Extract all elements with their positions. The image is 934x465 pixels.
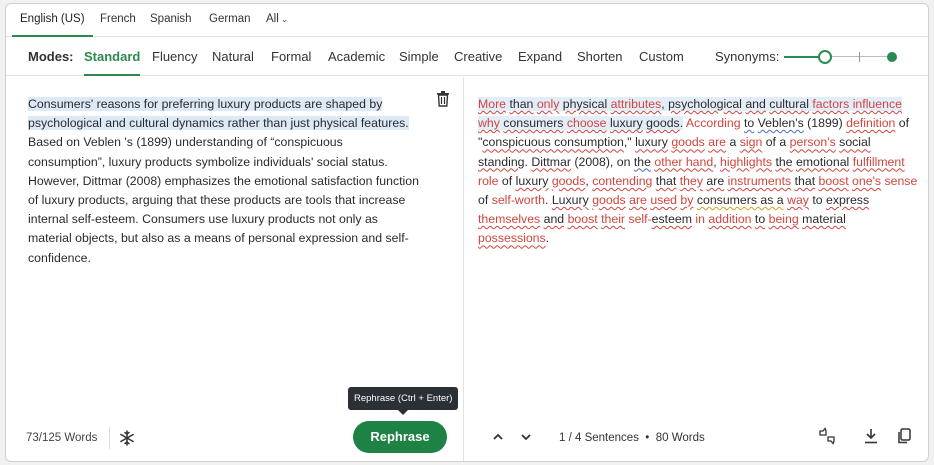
highlighted-sentence: Consumers' reasons for preferring luxury… <box>28 97 409 131</box>
output-text[interactable]: More than only physical attributes, psyc… <box>478 95 918 249</box>
mode-formal[interactable]: Formal <box>271 38 311 76</box>
copy-icon[interactable] <box>895 427 913 445</box>
sentence-info: 1 / 4 Sentences • 80 Words <box>559 432 705 444</box>
mode-custom[interactable]: Custom <box>639 38 684 76</box>
synonyms-label: Synonyms: <box>715 49 780 64</box>
slider-tick <box>859 52 860 62</box>
mode-expand[interactable]: Expand <box>518 38 562 76</box>
modes-label: Modes: <box>28 49 74 64</box>
download-icon[interactable] <box>862 427 880 445</box>
divider <box>109 427 110 449</box>
slider-track-filled <box>784 56 822 58</box>
input-text[interactable]: Consumers' reasons for preferring luxury… <box>28 95 420 268</box>
output-pane: More than only physical attributes, psyc… <box>465 77 928 461</box>
all-label: All <box>266 13 279 25</box>
feedback-icon[interactable] <box>818 427 836 445</box>
input-pane[interactable]: Consumers' reasons for preferring luxury… <box>6 77 464 461</box>
tab-german[interactable]: German <box>201 4 259 37</box>
output-word-count: 80 Words <box>655 432 705 444</box>
modes-bar: Modes: Standard Fluency Natural Formal A… <box>6 38 928 76</box>
trash-icon[interactable] <box>436 91 450 107</box>
language-tabs: English (US) French Spanish German All ⌄ <box>6 4 928 37</box>
mode-academic[interactable]: Academic <box>328 38 385 76</box>
rephrase-button[interactable]: Rephrase <box>353 421 447 453</box>
snowflake-icon[interactable] <box>119 430 135 446</box>
slider-knob[interactable] <box>818 50 832 64</box>
mode-shorten[interactable]: Shorten <box>577 38 623 76</box>
chevron-down-icon[interactable] <box>519 430 533 444</box>
synonyms-slider[interactable] <box>784 49 897 65</box>
tab-french[interactable]: French <box>92 4 144 37</box>
tab-all-languages[interactable]: All ⌄ <box>258 4 296 37</box>
input-rest: Based on Veblen 's (1899) understanding … <box>28 135 419 265</box>
slider-premium-end <box>887 52 897 62</box>
mode-natural[interactable]: Natural <box>212 38 254 76</box>
tab-english-us[interactable]: English (US) <box>12 4 93 37</box>
mode-fluency[interactable]: Fluency <box>152 38 198 76</box>
chevron-up-icon[interactable] <box>491 430 505 444</box>
paraphraser-window: English (US) French Spanish German All ⌄ … <box>5 3 929 462</box>
rephrase-tooltip: Rephrase (Ctrl + Enter) <box>348 387 459 415</box>
word-count: 73/125 Words <box>26 432 98 444</box>
sentence-count: 1 / 4 Sentences <box>559 432 639 444</box>
tab-spanish[interactable]: Spanish <box>142 4 200 37</box>
mode-creative[interactable]: Creative <box>454 38 502 76</box>
mode-standard[interactable]: Standard <box>84 38 141 76</box>
chevron-down-icon: ⌄ <box>280 14 289 24</box>
mode-simple[interactable]: Simple <box>399 38 439 76</box>
